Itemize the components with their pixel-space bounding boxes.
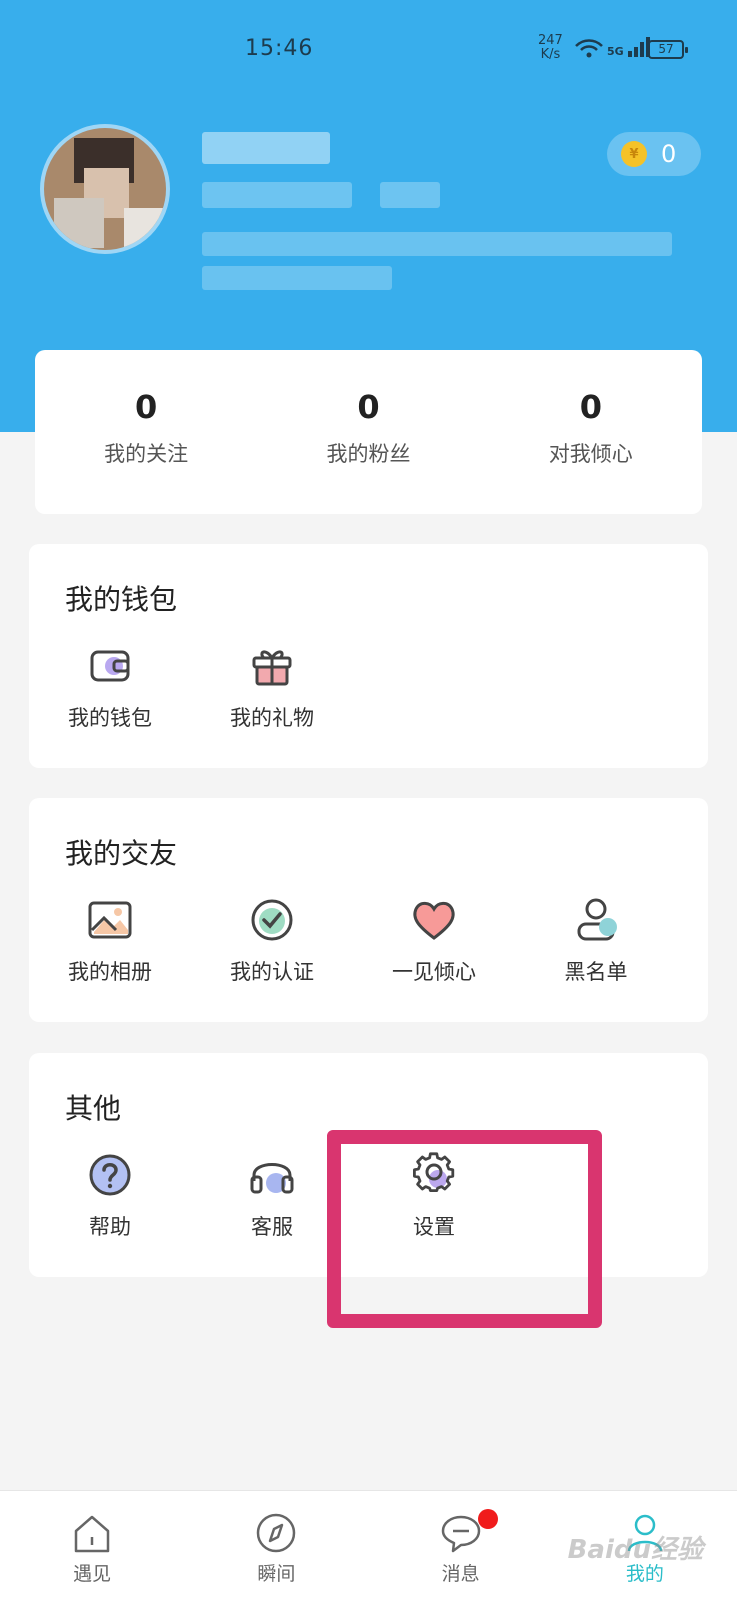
wallet-section: 我的钱包 我的钱包 我的礼物 <box>29 544 708 768</box>
bio-blurred-line2 <box>202 266 392 290</box>
album-icon <box>88 901 132 939</box>
stat-admirers[interactable]: 0 对我倾心 <box>480 350 702 514</box>
tab-messages[interactable]: 消息 <box>369 1491 553 1600</box>
bio-blurred-line1 <box>202 232 672 256</box>
status-time: 15:46 <box>245 36 314 61</box>
wallet-icon <box>90 650 130 682</box>
status-bar: 15:46 247 K/s 5G 57 <box>0 0 737 100</box>
tab-moments[interactable]: 瞬间 <box>184 1491 368 1600</box>
avatar[interactable] <box>40 124 170 254</box>
coin-value: 0 <box>661 140 677 168</box>
user-tag-blurred <box>380 182 440 208</box>
gift-icon <box>252 650 292 686</box>
section-title: 其他 <box>65 1092 122 1125</box>
stat-value: 0 <box>135 388 158 426</box>
help-icon <box>89 1154 131 1196</box>
signal-icon: 5G <box>574 36 653 58</box>
home-icon <box>74 1515 110 1553</box>
album-item[interactable]: 我的相册 <box>29 894 191 986</box>
section-title: 我的交友 <box>65 837 178 870</box>
stat-label: 我的关注 <box>104 442 189 466</box>
username-blurred <box>202 132 330 164</box>
net-speed: 247 K/s <box>538 33 563 62</box>
tab-label: 遇见 <box>73 1563 112 1585</box>
compass-icon <box>257 1513 296 1553</box>
item-label: 我的礼物 <box>230 706 314 730</box>
item-label: 帮助 <box>89 1215 131 1239</box>
tab-label: 消息 <box>441 1563 480 1585</box>
battery-icon: 57 <box>648 40 688 59</box>
item-label: 一见倾心 <box>392 960 476 984</box>
item-label: 我的相册 <box>68 960 152 984</box>
verify-icon <box>251 899 293 941</box>
item-label: 客服 <box>251 1215 293 1239</box>
tab-meet[interactable]: 遇见 <box>0 1491 184 1600</box>
item-label: 我的钱包 <box>68 706 152 730</box>
item-label: 我的认证 <box>230 960 314 984</box>
net-type: 5G <box>607 45 624 58</box>
stat-label: 对我倾心 <box>548 442 633 466</box>
settings-highlight-box <box>327 1130 602 1328</box>
heart-icon <box>413 901 455 940</box>
coin-balance[interactable]: ¥ 0 <box>607 132 701 176</box>
friends-section: 我的交友 我的相册 我的认证 一见倾心 黑名单 <box>29 798 708 1022</box>
bottom-tab-bar: 遇见 瞬间 消息 我的 Baidu经验 <box>0 1490 737 1600</box>
blacklist-icon <box>577 898 617 941</box>
stat-fans[interactable]: 0 我的粉丝 <box>257 350 479 514</box>
wallet-item[interactable]: 我的钱包 <box>29 640 191 732</box>
section-title: 我的钱包 <box>65 583 178 616</box>
tab-label: 瞬间 <box>257 1563 296 1585</box>
stats-card: 0 我的关注 0 我的粉丝 0 对我倾心 <box>35 350 702 514</box>
stat-value: 0 <box>579 388 602 426</box>
stat-following[interactable]: 0 我的关注 <box>35 350 257 514</box>
help-item[interactable]: 帮助 <box>29 1149 191 1241</box>
item-label: 黑名单 <box>564 960 628 984</box>
verify-item[interactable]: 我的认证 <box>191 894 353 986</box>
blacklist-item[interactable]: 黑名单 <box>515 894 677 986</box>
coin-icon: ¥ <box>621 141 647 167</box>
crush-item[interactable]: 一见倾心 <box>353 894 515 986</box>
watermark: Baidu经验 <box>567 1535 703 1565</box>
stat-label: 我的粉丝 <box>326 442 411 466</box>
chat-icon <box>441 1515 480 1553</box>
headset-icon <box>250 1163 294 1194</box>
unread-badge <box>477 1509 498 1529</box>
user-id-blurred <box>202 182 352 208</box>
gift-item[interactable]: 我的礼物 <box>191 640 353 732</box>
stat-value: 0 <box>357 388 380 426</box>
